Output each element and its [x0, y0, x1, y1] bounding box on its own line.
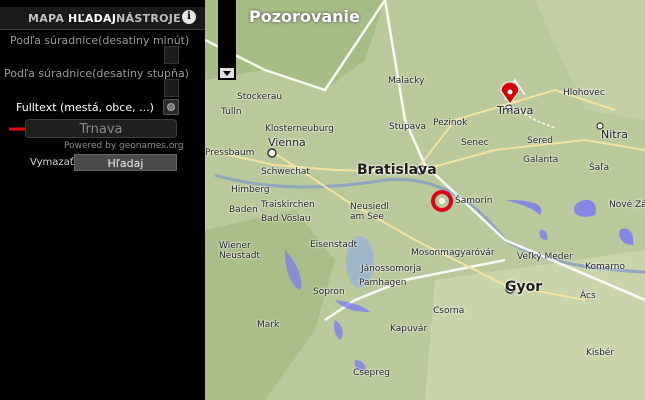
map-label-acs: Ács	[580, 291, 596, 301]
map-label-galanta: Galanta	[523, 155, 559, 165]
map-label-csepreg: Csepreg	[353, 368, 390, 378]
map-label-himberg: Himberg	[231, 185, 270, 195]
map-label-trnava: Trnava	[497, 104, 534, 117]
map-label-senec: Senec	[461, 138, 489, 148]
fulltext-toggle-button[interactable]	[163, 99, 179, 115]
tab-search[interactable]: HĽADAJ	[68, 12, 116, 25]
map-view[interactable]: Pozorovanie Vienna Bratislava Gyor Trnav…	[205, 0, 645, 400]
search-button[interactable]: Hľadaj	[74, 154, 177, 171]
map-label-pamhagen: Pamhagen	[359, 278, 407, 288]
map-label-kapuvar: Kapuvár	[390, 324, 428, 334]
map-label-bratislava: Bratislava	[357, 162, 437, 178]
coord-degrees-field[interactable]	[164, 79, 179, 97]
fulltext-label: Fulltext (mestá, obce, ...)	[16, 101, 154, 114]
map-label-nitra: Nitra	[601, 128, 628, 141]
coord-minutes-field[interactable]	[164, 46, 179, 64]
radio-icon	[167, 103, 175, 111]
coord-degrees-label: Podľa súradnice(desatiny stupňa)	[4, 67, 189, 80]
map-label-malacky: Malacky	[388, 76, 425, 86]
scroll-down-arrow-icon[interactable]	[220, 68, 234, 78]
map-label-stupava: Stupava	[389, 122, 427, 132]
map-label-velky-meder: Veľký Meder	[517, 252, 573, 262]
map-label-mark: Mark	[257, 320, 280, 330]
map-label-komarno: Komarno	[585, 262, 625, 272]
map-label-klosterneuburg: Klosterneuburg	[265, 124, 334, 134]
tab-bar: MAPA HĽADAJ NÁSTROJE i	[0, 7, 205, 30]
map-label-sered: Sered	[527, 136, 554, 146]
map-label-kisber: Kisbér	[586, 348, 615, 358]
map-label-pezinok: Pezinok	[433, 118, 468, 128]
map-label-wiener-neustadt: Wiener Neustadt	[219, 241, 260, 261]
fulltext-search-input[interactable]: Trnava	[25, 119, 177, 138]
map-label-bad-voslau: Bad Vöslau	[261, 214, 311, 224]
map-label-sala: Šaľa	[589, 163, 610, 173]
map-label-pressbaum: Pressbaum	[205, 148, 255, 158]
search-panel: MAPA HĽADAJ NÁSTROJE i Podľa súradnice(d…	[0, 0, 205, 400]
tab-tools[interactable]: NÁSTROJE	[116, 12, 181, 25]
tab-map[interactable]: MAPA	[28, 12, 64, 25]
map-title: Pozorovanie	[249, 7, 360, 26]
map-label-stockerau: Stockerau	[237, 92, 283, 102]
clear-button[interactable]: Vymazať	[30, 157, 74, 168]
map-label-traiskirchen: Traiskirchen	[261, 200, 315, 210]
powered-by-text: Powered by geonames.org	[64, 141, 184, 151]
map-label-hlohovec: Hlohovec	[563, 88, 605, 98]
map-label-baden: Baden	[229, 205, 258, 215]
map-label-eisenstadt: Eisenstadt	[310, 240, 358, 250]
map-label-neusiedl: Neusiedl am See	[350, 202, 389, 222]
map-label-mosonmagyarovar: Mosonmagyaróvár	[411, 248, 495, 258]
map-label-samorin: Šamorín	[455, 196, 493, 206]
map-label-gyor: Gyor	[505, 279, 543, 295]
info-icon[interactable]: i	[182, 10, 196, 24]
map-label-tulln: Tulln	[221, 107, 242, 117]
map-label-sopron: Sopron	[313, 287, 345, 297]
map-label-csorna: Csorna	[433, 306, 465, 316]
coord-minutes-label: Podľa súradnice(desatiny minút)	[10, 34, 190, 47]
map-label-vienna: Vienna	[268, 136, 306, 149]
map-label-schwechat: Schwechat	[261, 167, 310, 177]
map-label-nove-zamky: Nové Zámky	[609, 200, 645, 210]
map-label-janossomorja: Jánossomorja	[361, 264, 422, 274]
